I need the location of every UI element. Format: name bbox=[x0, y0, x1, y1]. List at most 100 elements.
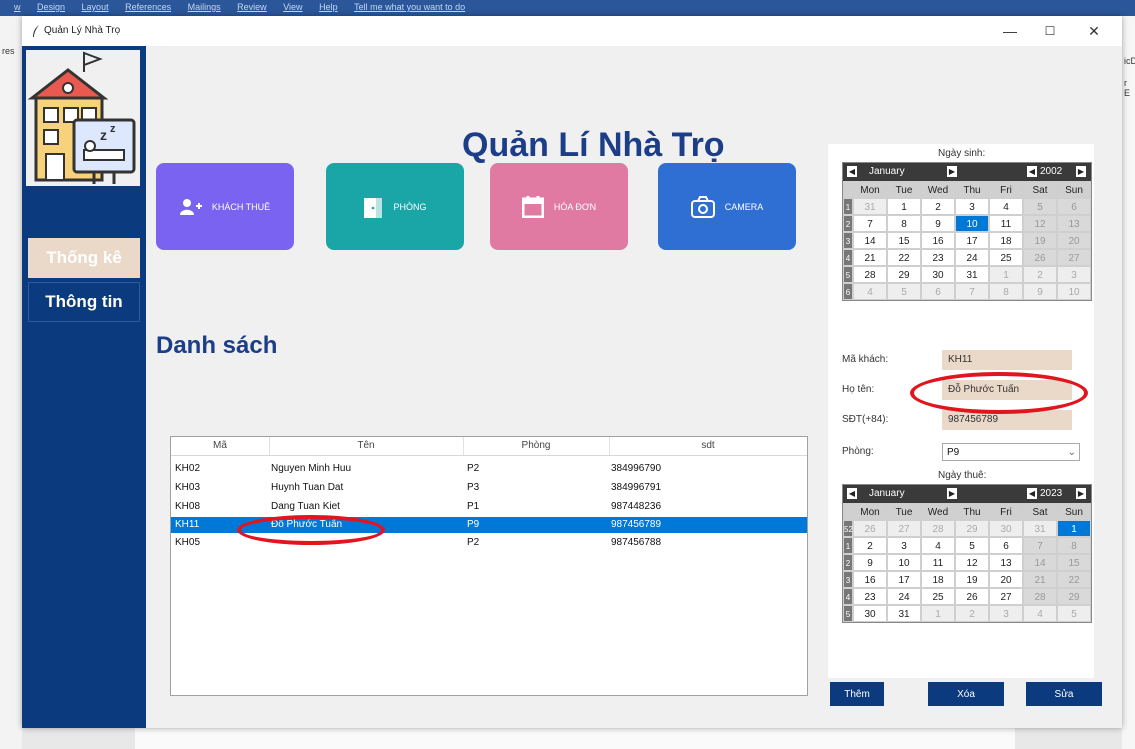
calendar-day[interactable]: 18 bbox=[989, 232, 1023, 249]
calendar-day[interactable]: 1 bbox=[989, 266, 1023, 283]
tenant-table[interactable]: Mã Tên Phòng sdt KH02 Nguyen Minh Huu P2… bbox=[170, 436, 808, 696]
next-month-button[interactable]: ▶ bbox=[947, 488, 957, 499]
invoices-card-button[interactable]: HÓA ĐƠN bbox=[490, 163, 628, 250]
calendar-day[interactable]: 28 bbox=[1023, 588, 1057, 605]
next-month-button[interactable]: ▶ bbox=[947, 166, 957, 177]
calendar-day[interactable]: 6 bbox=[989, 537, 1023, 554]
calendar-day[interactable]: 25 bbox=[989, 249, 1023, 266]
calendar-day[interactable]: 18 bbox=[921, 571, 955, 588]
column-header-name[interactable]: Tên bbox=[269, 437, 464, 455]
calendar-day[interactable]: 28 bbox=[921, 520, 955, 537]
calendar-day[interactable]: 5 bbox=[1057, 605, 1091, 622]
calendar-day[interactable]: 7 bbox=[853, 215, 887, 232]
room-select[interactable]: P9 ⌄ bbox=[942, 443, 1080, 461]
calendar-day[interactable]: 2 bbox=[955, 605, 989, 622]
calendar-day[interactable]: 16 bbox=[853, 571, 887, 588]
calendar-day[interactable]: 14 bbox=[853, 232, 887, 249]
prev-month-button[interactable]: ◀ bbox=[847, 166, 857, 177]
prev-year-button[interactable]: ◀ bbox=[1027, 166, 1037, 177]
column-header-room[interactable]: Phòng bbox=[463, 437, 610, 455]
calendar-day[interactable]: 8 bbox=[887, 215, 921, 232]
calendar-day[interactable]: 28 bbox=[853, 266, 887, 283]
calendar-day[interactable]: 16 bbox=[921, 232, 955, 249]
tenant-id-field[interactable]: KH11 bbox=[942, 350, 1072, 370]
calendar-day[interactable]: 2 bbox=[1023, 266, 1057, 283]
calendar-day[interactable]: 21 bbox=[853, 249, 887, 266]
calendar-day[interactable]: 7 bbox=[1023, 537, 1057, 554]
birth-date-calendar[interactable]: ◀ January ▶ ◀ 2002 ▶ Mon Tue Wed Thu Fri Sat S… bbox=[842, 162, 1092, 301]
calendar-day[interactable]: 10 bbox=[887, 554, 921, 571]
table-row[interactable]: KH08 Dang Tuan Kiet P1 987448236 bbox=[171, 499, 807, 515]
calendar-day[interactable]: 7 bbox=[955, 283, 989, 300]
next-year-button[interactable]: ▶ bbox=[1076, 166, 1086, 177]
calendar-day[interactable]: 12 bbox=[955, 554, 989, 571]
calendar-day[interactable]: 21 bbox=[1023, 571, 1057, 588]
calendar-day[interactable]: 11 bbox=[989, 215, 1023, 232]
calendar-day[interactable]: 6 bbox=[921, 283, 955, 300]
calendar-day[interactable]: 13 bbox=[989, 554, 1023, 571]
calendar-day[interactable]: 4 bbox=[853, 283, 887, 300]
calendar-day[interactable]: 31 bbox=[955, 266, 989, 283]
stats-button[interactable]: Thống kê bbox=[28, 238, 140, 278]
calendar-day[interactable]: 14 bbox=[1023, 554, 1057, 571]
calendar-day[interactable]: 11 bbox=[921, 554, 955, 571]
calendar-day[interactable]: 9 bbox=[921, 215, 955, 232]
calendar-day[interactable]: 10 bbox=[1057, 283, 1091, 300]
calendar-day[interactable]: 22 bbox=[1057, 571, 1091, 588]
tenants-card-button[interactable]: KHÁCH THUÊ bbox=[156, 163, 294, 250]
calendar-day[interactable]: 15 bbox=[887, 232, 921, 249]
prev-month-button[interactable]: ◀ bbox=[847, 488, 857, 499]
table-row[interactable]: KH03 Huynh Tuan Dat P3 384996791 bbox=[171, 480, 807, 496]
calendar-day[interactable]: 30 bbox=[853, 605, 887, 622]
column-header-id[interactable]: Mã bbox=[171, 437, 270, 455]
calendar-day[interactable]: 6 bbox=[1057, 198, 1091, 215]
close-button[interactable]: ✕ bbox=[1074, 16, 1114, 46]
calendar-day[interactable]: 9 bbox=[1023, 283, 1057, 300]
calendar-day[interactable]: 27 bbox=[887, 520, 921, 537]
camera-card-button[interactable]: CAMERA bbox=[658, 163, 796, 250]
calendar-day[interactable]: 26 bbox=[853, 520, 887, 537]
calendar-day[interactable]: 27 bbox=[989, 588, 1023, 605]
calendar-day[interactable]: 8 bbox=[1057, 537, 1091, 554]
calendar-day[interactable]: 3 bbox=[989, 605, 1023, 622]
prev-year-button[interactable]: ◀ bbox=[1027, 488, 1037, 499]
calendar-day[interactable]: 25 bbox=[921, 588, 955, 605]
edit-button[interactable]: Sửa bbox=[1026, 682, 1102, 706]
calendar-day[interactable]: 19 bbox=[1023, 232, 1057, 249]
calendar-day[interactable]: 12 bbox=[1023, 215, 1057, 232]
calendar-day[interactable]: 30 bbox=[989, 520, 1023, 537]
calendar-day[interactable]: 9 bbox=[853, 554, 887, 571]
calendar-day[interactable]: 29 bbox=[955, 520, 989, 537]
maximize-button[interactable]: ☐ bbox=[1030, 16, 1070, 46]
calendar-day[interactable]: 26 bbox=[1023, 249, 1057, 266]
delete-button[interactable]: Xóa bbox=[928, 682, 1004, 706]
calendar-day[interactable]: 24 bbox=[955, 249, 989, 266]
calendar-day[interactable]: 1 bbox=[1057, 520, 1091, 537]
calendar-day[interactable]: 23 bbox=[921, 249, 955, 266]
calendar-day[interactable]: 22 bbox=[887, 249, 921, 266]
calendar-day[interactable]: 17 bbox=[955, 232, 989, 249]
table-row[interactable]: KH02 Nguyen Minh Huu P2 384996790 bbox=[171, 461, 807, 477]
calendar-day[interactable]: 15 bbox=[1057, 554, 1091, 571]
calendar-day[interactable]: 8 bbox=[989, 283, 1023, 300]
rent-date-calendar[interactable]: ◀ January ▶ ◀ 2023 ▶ Mon Tue Wed Thu Fri Sat S… bbox=[842, 484, 1092, 623]
calendar-day[interactable]: 27 bbox=[1057, 249, 1091, 266]
next-year-button[interactable]: ▶ bbox=[1076, 488, 1086, 499]
calendar-day[interactable]: 31 bbox=[1023, 520, 1057, 537]
minimize-button[interactable]: — bbox=[990, 16, 1030, 46]
calendar-day[interactable]: 5 bbox=[887, 283, 921, 300]
calendar-day[interactable]: 23 bbox=[853, 588, 887, 605]
calendar-day[interactable]: 2 bbox=[921, 198, 955, 215]
calendar-day[interactable]: 31 bbox=[887, 605, 921, 622]
calendar-day[interactable]: 1 bbox=[921, 605, 955, 622]
calendar-day[interactable]: 3 bbox=[887, 537, 921, 554]
info-button[interactable]: Thông tin bbox=[28, 282, 140, 322]
calendar-day[interactable]: 26 bbox=[955, 588, 989, 605]
column-header-phone[interactable]: sdt bbox=[609, 437, 807, 455]
calendar-day[interactable]: 24 bbox=[887, 588, 921, 605]
calendar-day[interactable]: 10 bbox=[955, 215, 989, 232]
calendar-day[interactable]: 3 bbox=[1057, 266, 1091, 283]
calendar-day[interactable]: 19 bbox=[955, 571, 989, 588]
calendar-day[interactable]: 31 bbox=[853, 198, 887, 215]
calendar-day[interactable]: 4 bbox=[1023, 605, 1057, 622]
